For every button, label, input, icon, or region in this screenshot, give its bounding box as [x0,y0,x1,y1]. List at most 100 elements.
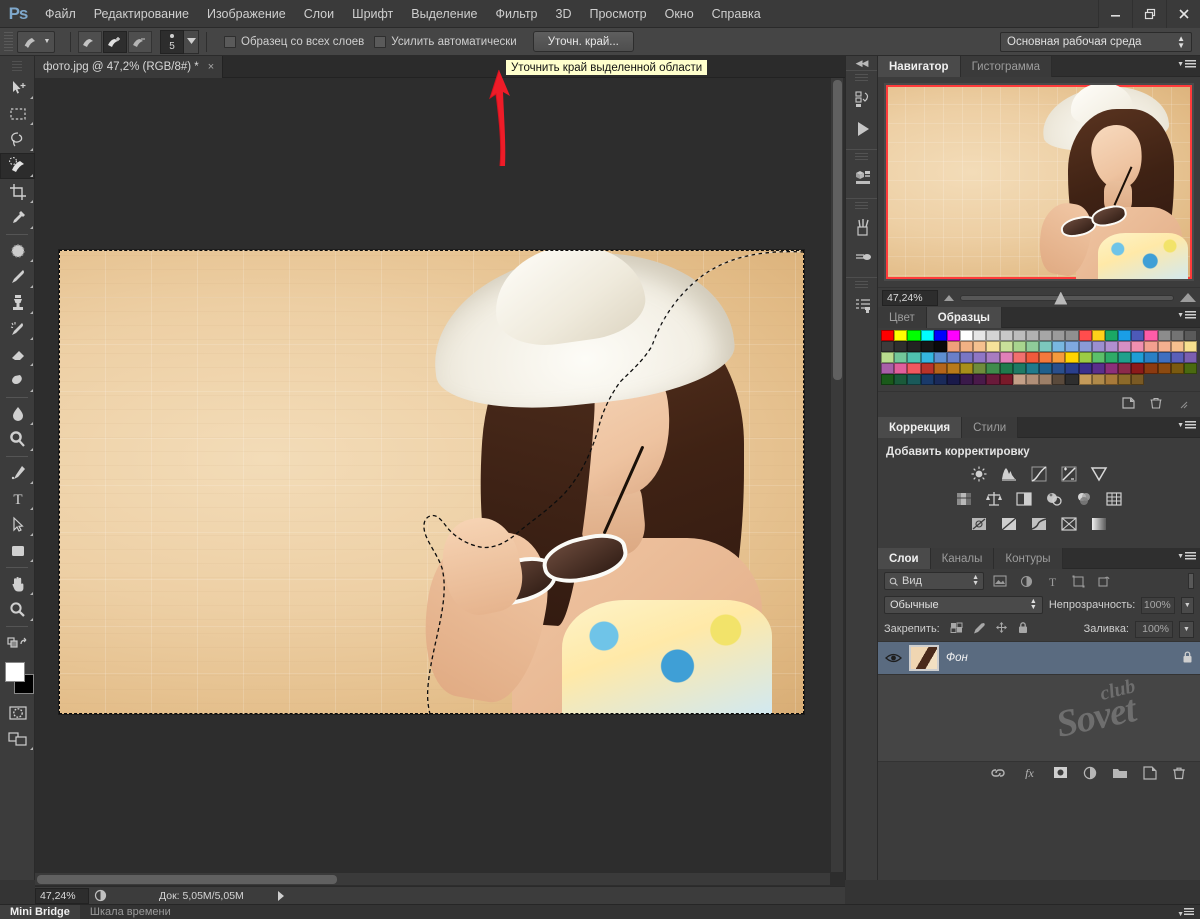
menu-view[interactable]: Просмотр [581,3,656,25]
blur-tool[interactable] [0,401,35,427]
status-preview-icon[interactable] [89,889,111,902]
eyedropper-tool[interactable] [0,205,35,231]
color-lookup-icon[interactable] [1104,490,1124,508]
swatch-81[interactable] [1000,363,1013,374]
swatch-104[interactable] [986,374,999,385]
swatch-8[interactable] [986,330,999,341]
layer-filter-toggle[interactable] [1188,573,1194,589]
tool-presets-panel-icon[interactable] [846,291,879,321]
swatch-49[interactable] [894,352,907,363]
fx-icon[interactable]: fx [1021,766,1038,782]
swatch-0[interactable] [881,330,894,341]
hand-tool[interactable] [0,571,35,597]
expand-panels-icon[interactable]: ◀◀ [846,56,877,70]
swatch-41[interactable] [1105,341,1118,352]
fill-value[interactable]: 100% [1135,621,1173,638]
swatch-45[interactable] [1158,341,1171,352]
swatch-37[interactable] [1052,341,1065,352]
zoom-slider-knob[interactable] [1054,292,1067,305]
eraser-tool[interactable] [0,342,35,368]
fill-dropdown-icon[interactable]: ▼ [1179,621,1194,638]
brightness-contrast-icon[interactable] [969,465,989,483]
minimize-button[interactable] [1098,0,1132,28]
subtract-from-selection-button[interactable] [128,31,152,53]
swatch-103[interactable] [973,374,986,385]
tab-paths[interactable]: Контуры [994,548,1062,569]
dock-grip[interactable] [855,202,868,210]
swatch-6[interactable] [960,330,973,341]
swatch-14[interactable] [1065,330,1078,341]
quick-selection-tool[interactable] [0,153,35,179]
lock-transparent-pixels-icon[interactable] [950,622,963,637]
menu-select[interactable]: Выделение [402,3,486,25]
photo-filter-icon[interactable] [1044,490,1064,508]
swatch-112[interactable] [1092,374,1105,385]
menu-filter[interactable]: Фильтр [487,3,547,25]
refine-edge-button[interactable]: Уточн. край... [533,31,634,52]
lock-all-icon[interactable] [1017,621,1029,637]
document-tab[interactable]: фото.jpg @ 47,2% (RGB/8#) * × [35,56,223,78]
dock-grip[interactable] [855,74,868,82]
tab-layers[interactable]: Слои [878,548,931,569]
rectangle-tool[interactable] [0,538,35,564]
swatch-107[interactable] [1026,374,1039,385]
swatch-83[interactable] [1026,363,1039,374]
swatch-68[interactable] [1144,352,1157,363]
blend-mode-select[interactable]: Обычные ▲▼ [884,596,1043,614]
dodge-tool[interactable] [0,427,35,453]
swatch-2[interactable] [907,330,920,341]
menu-image[interactable]: Изображение [198,3,295,25]
swatch-53[interactable] [947,352,960,363]
type-tool[interactable]: T [0,486,35,512]
menu-file[interactable]: Файл [36,3,85,25]
swatch-109[interactable] [1052,374,1065,385]
canvas-area[interactable] [35,78,845,886]
quick-mask-button[interactable] [0,700,35,726]
swatch-80[interactable] [986,363,999,374]
history-brush-tool[interactable] [0,316,35,342]
vibrance-icon[interactable] [1089,465,1109,483]
dock-grip[interactable] [855,153,868,161]
gradient-map-icon[interactable] [1059,515,1079,533]
selective-color-icon[interactable] [1089,515,1109,533]
swatch-74[interactable] [907,363,920,374]
swatch-110[interactable] [1065,374,1078,385]
hue-saturation-icon[interactable] [954,490,974,508]
sample-all-layers-checkbox[interactable]: Образец со всех слоев [224,36,364,48]
filter-adjustment-layers-icon[interactable] [1016,572,1036,590]
swatch-75[interactable] [921,363,934,374]
swatch-66[interactable] [1118,352,1131,363]
zoom-tool[interactable] [0,597,35,623]
swatches-grid[interactable] [878,328,1200,391]
filter-smart-objects-icon[interactable] [1094,572,1114,590]
swatch-114[interactable] [1118,374,1131,385]
swatch-102[interactable] [960,374,973,385]
color-swatches[interactable] [0,660,35,700]
zoom-in-icon[interactable] [1180,293,1196,302]
new-selection-button[interactable] [78,31,102,53]
swatch-22[interactable] [1171,330,1184,341]
swatch-13[interactable] [1052,330,1065,341]
swatch-39[interactable] [1079,341,1092,352]
adjustment-layer-icon[interactable] [1083,766,1097,783]
adjustments-panel-menu-icon[interactable]: ▼ [1177,421,1196,430]
levels-icon[interactable] [999,465,1019,483]
scrollbar-thumb[interactable] [833,80,842,380]
swatch-88[interactable] [1092,363,1105,374]
foreground-color-swatch[interactable] [5,662,25,682]
brushes-panel-icon[interactable] [846,212,879,242]
tool-preset-picker[interactable]: ▼ [17,31,55,53]
swatch-64[interactable] [1092,352,1105,363]
swatch-43[interactable] [1131,341,1144,352]
swatch-20[interactable] [1144,330,1157,341]
new-layer-icon[interactable] [1143,766,1157,783]
swatch-106[interactable] [1013,374,1026,385]
panel-resize-grip[interactable] [1177,398,1188,412]
swatch-11[interactable] [1026,330,1039,341]
filter-type-layers-icon[interactable]: T [1042,572,1062,590]
status-zoom-field[interactable]: 47,24% [35,888,89,904]
canvas-horizontal-scrollbar[interactable] [35,872,830,885]
close-button[interactable] [1166,0,1200,28]
swatch-12[interactable] [1039,330,1052,341]
options-bar-grip[interactable] [4,32,13,52]
